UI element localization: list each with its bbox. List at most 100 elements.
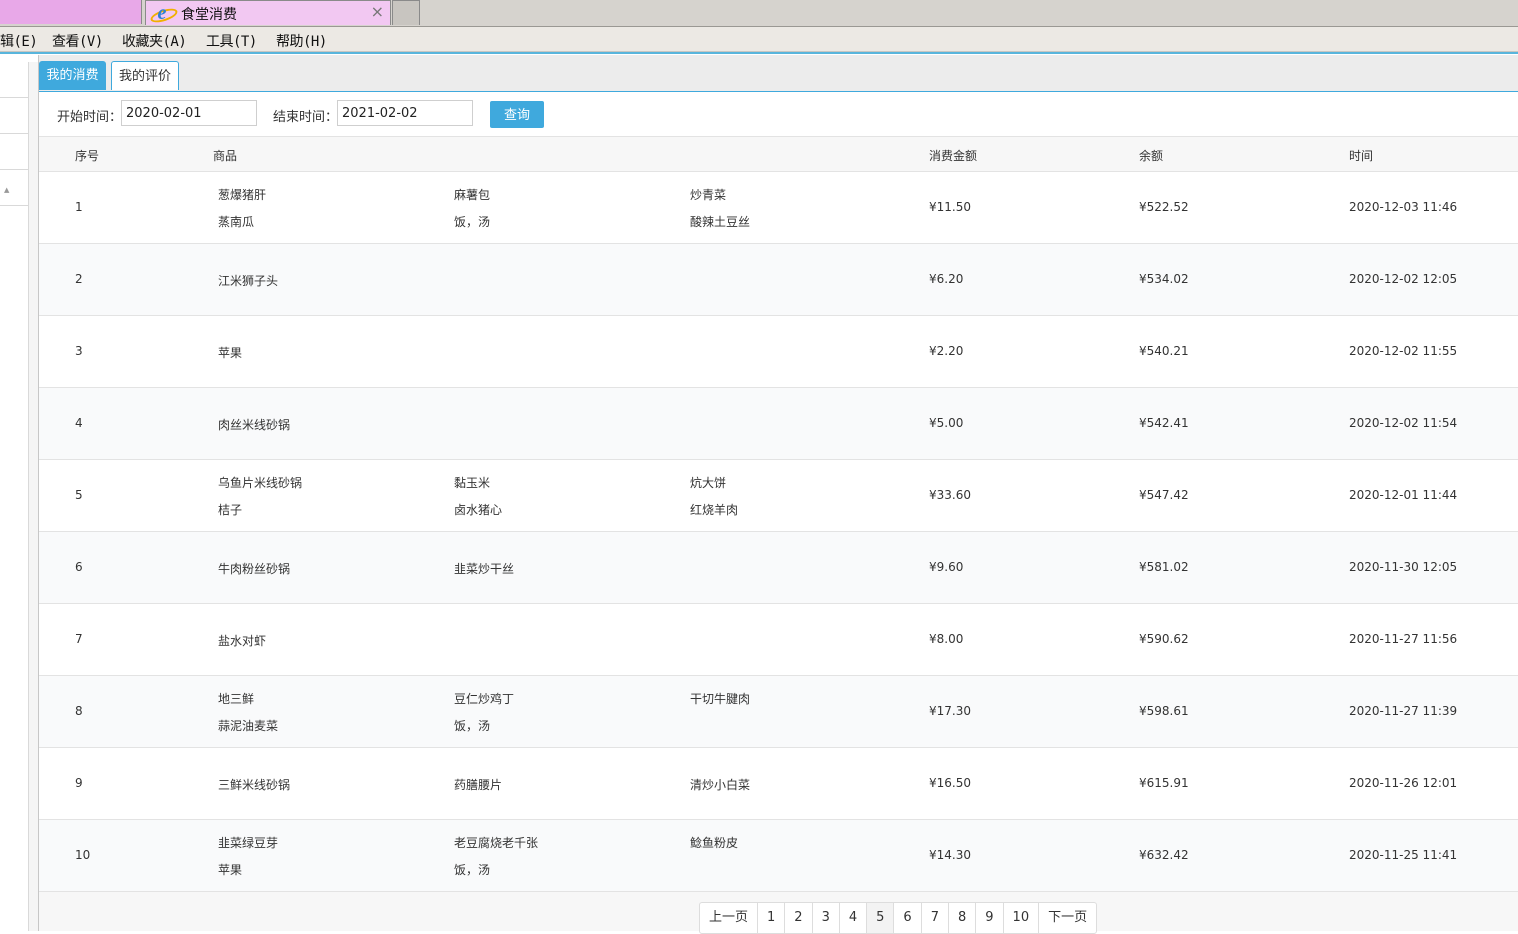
left-sidebar: ▲ <box>0 62 29 931</box>
prev-page-button[interactable]: 上一页 <box>700 903 759 933</box>
pagination: 上一页 1 2 3 4 5 6 7 8 9 10 下一页 <box>699 902 1098 934</box>
sidebar-item[interactable] <box>0 62 28 98</box>
table-row: 1 葱爆猪肝 麻薯包 炒青菜 蒸南瓜 饭，汤 酸辣土豆丝 ¥11.50 ¥522.52 2020-… <box>39 172 1518 244</box>
row-amount: ¥2.20 <box>929 344 964 358</box>
sidebar-item[interactable] <box>0 134 28 170</box>
tab-my-reviews[interactable]: 我的评价 <box>111 61 179 90</box>
row-amount: ¥33.60 <box>929 488 971 502</box>
menu-tools[interactable]: 工具(T) <box>206 31 257 51</box>
row-time: 2020-11-30 12:05 <box>1349 560 1458 574</box>
goods-item: 牛肉粉丝砂锅 <box>218 562 291 576</box>
goods-item: 黏玉米 <box>454 476 491 490</box>
sidebar-item[interactable] <box>0 98 28 134</box>
goods-item: 炒青菜 <box>690 188 727 202</box>
goods-item: 蒜泥油麦菜 <box>218 719 279 733</box>
browser-menu-bar: 辑(E) 查看(V) 收藏夹(A) 工具(T) 帮助(H) <box>0 27 1518 52</box>
row-balance: ¥542.41 <box>1139 416 1189 430</box>
page-button[interactable]: 1 <box>758 903 786 933</box>
row-time: 2020-11-27 11:39 <box>1349 704 1458 718</box>
row-amount: ¥5.00 <box>929 416 964 430</box>
goods-item: 药膳腰片 <box>454 778 503 792</box>
main-panel: 我的消费 我的评价 开始时间： 结束时间： 查询 序号 商品 消费金额 余额 时… <box>38 55 1518 934</box>
header-goods: 商品 <box>213 149 238 163</box>
table-row: 9 三鲜米线砂锅 药膳腰片 清炒小白菜 ¥16.50 ¥615.91 2020-11-26 … <box>39 748 1518 820</box>
page-button[interactable]: 6 <box>894 903 922 933</box>
menu-edit[interactable]: 辑(E) <box>0 31 38 51</box>
gutter <box>29 62 38 931</box>
goods-item: 麻薯包 <box>454 188 491 202</box>
goods-item: 老豆腐烧老千张 <box>454 836 539 850</box>
row-index: 2 <box>75 272 83 286</box>
row-index: 1 <box>75 200 83 214</box>
row-index: 6 <box>75 560 83 574</box>
menu-favorites[interactable]: 收藏夹(A) <box>122 31 187 51</box>
browser-tab-bar: e 食堂消费 × <box>0 0 1518 27</box>
next-page-button[interactable]: 下一页 <box>1039 903 1096 933</box>
row-time: 2020-12-01 11:44 <box>1349 488 1458 502</box>
row-amount: ¥6.20 <box>929 272 964 286</box>
close-icon[interactable]: × <box>371 2 384 21</box>
row-amount: ¥8.00 <box>929 632 964 646</box>
goods-item: 清炒小白菜 <box>690 778 751 792</box>
goods-item: 韭菜绿豆芽 <box>218 836 279 850</box>
goods-item: 卤水猪心 <box>454 503 503 517</box>
browser-tab-previous[interactable] <box>0 0 142 24</box>
goods-item: 饭，汤 <box>454 215 491 229</box>
page-button[interactable]: 8 <box>949 903 977 933</box>
goods-item: 饭，汤 <box>454 863 491 877</box>
row-time: 2020-12-02 11:55 <box>1349 344 1458 358</box>
menu-view[interactable]: 查看(V) <box>52 31 103 51</box>
caret-up-icon[interactable]: ▲ <box>4 186 9 194</box>
query-button[interactable]: 查询 <box>490 101 544 128</box>
new-tab-button[interactable] <box>392 0 420 25</box>
goods-item: 饭，汤 <box>454 719 491 733</box>
page-button[interactable]: 7 <box>922 903 949 933</box>
pagination-bar: 上一页 1 2 3 4 5 6 7 8 9 10 下一页 <box>39 892 1518 934</box>
goods-item: 桔子 <box>218 503 243 517</box>
row-amount: ¥11.50 <box>929 200 971 214</box>
table-row: 5 乌鱼片米线砂锅 黏玉米 炕大饼 桔子 卤水猪心 红烧羊肉 ¥33.60 ¥547.42 202… <box>39 460 1518 532</box>
goods-item: 肉丝米线砂锅 <box>218 418 291 432</box>
row-amount: ¥14.30 <box>929 848 971 862</box>
row-time: 2020-12-03 11:46 <box>1349 200 1458 214</box>
goods-item: 干切牛腱肉 <box>690 692 751 706</box>
table-row: 7 盐水对虾 ¥8.00 ¥590.62 2020-11-27 11:56 <box>39 604 1518 676</box>
row-balance: ¥547.42 <box>1139 488 1189 502</box>
row-amount: ¥17.30 <box>929 704 971 718</box>
header-divider <box>0 52 1518 54</box>
page-button[interactable]: 4 <box>840 903 868 933</box>
row-amount: ¥9.60 <box>929 560 964 574</box>
table-row: 3 苹果 ¥2.20 ¥540.21 2020-12-02 11:55 <box>39 316 1518 388</box>
browser-tab-active[interactable]: e 食堂消费 × <box>145 0 391 26</box>
goods-item: 酸辣土豆丝 <box>690 215 751 229</box>
goods-item: 乌鱼片米线砂锅 <box>218 476 303 490</box>
table-header: 序号 商品 消费金额 余额 时间 <box>39 137 1518 172</box>
row-index: 4 <box>75 416 83 430</box>
header-time: 时间 <box>1349 149 1374 163</box>
menu-help[interactable]: 帮助(H) <box>276 31 327 51</box>
row-balance: ¥581.02 <box>1139 560 1189 574</box>
tab-my-consumption[interactable]: 我的消费 <box>39 61 106 90</box>
row-balance: ¥615.91 <box>1139 776 1189 790</box>
goods-item: 苹果 <box>218 346 243 360</box>
row-index: 7 <box>75 632 83 646</box>
page-button[interactable]: 9 <box>976 903 1004 933</box>
start-time-input[interactable] <box>121 100 257 126</box>
row-balance: ¥598.61 <box>1139 704 1189 718</box>
row-balance: ¥590.62 <box>1139 632 1189 646</box>
row-time: 2020-12-02 11:54 <box>1349 416 1458 430</box>
row-balance: ¥540.21 <box>1139 344 1189 358</box>
page-button[interactable]: 2 <box>785 903 813 933</box>
row-time: 2020-11-26 12:01 <box>1349 776 1458 790</box>
goods-item: 炕大饼 <box>690 476 727 490</box>
header-balance: 余额 <box>1139 149 1164 163</box>
goods-item: 江米狮子头 <box>218 274 279 288</box>
page-button[interactable]: 3 <box>813 903 840 933</box>
end-time-label: 结束时间： <box>273 110 339 125</box>
row-amount: ¥16.50 <box>929 776 971 790</box>
end-time-input[interactable] <box>337 100 473 126</box>
page-button[interactable]: 10 <box>1004 903 1040 933</box>
goods-item: 红烧羊肉 <box>690 503 739 517</box>
ie-icon: e <box>157 2 167 24</box>
page-button[interactable]: 5 <box>867 903 895 933</box>
